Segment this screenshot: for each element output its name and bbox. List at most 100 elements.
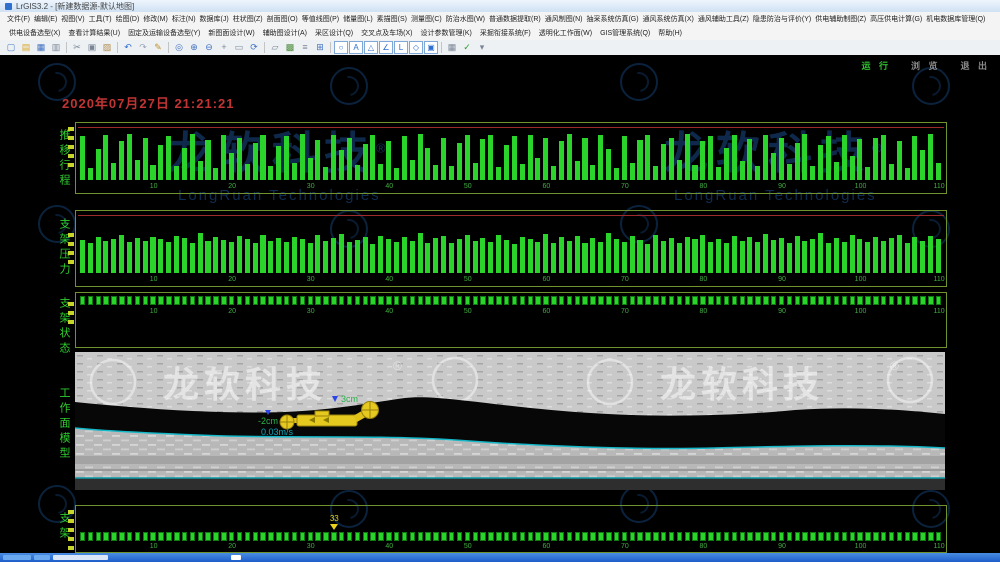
menu-item[interactable]: 查看计算结果(U): [64, 27, 124, 39]
dropdown-icon[interactable]: ▾: [475, 41, 489, 54]
status-square: [905, 296, 910, 305]
right-offset-label: 3cm: [341, 394, 358, 404]
redo-icon[interactable]: ↷: [136, 41, 150, 54]
menu-item[interactable]: 通风辅助工具(Z): [696, 13, 751, 25]
status-square: [873, 532, 878, 541]
menu-item[interactable]: 普通数据提取(R): [487, 13, 543, 25]
menu-item[interactable]: 供电设备选型(X): [5, 27, 64, 39]
menu-item[interactable]: 防治水图(W): [444, 13, 487, 25]
menu-item[interactable]: 标注(N): [170, 13, 198, 25]
menu-item[interactable]: 透明化工作面(W): [535, 27, 596, 39]
circle-tool-icon[interactable]: ○: [334, 41, 348, 54]
zoom-window-icon[interactable]: ◎: [172, 41, 186, 54]
menu-item[interactable]: 供电辅助制图(Z): [813, 13, 868, 25]
chart-supports[interactable]: 102030405060708090100110 33: [75, 505, 947, 553]
status-square: [425, 296, 430, 305]
menu-item[interactable]: 柱状图(Z): [231, 13, 265, 25]
zoom-in-icon[interactable]: ⊕: [187, 41, 201, 54]
menu-item[interactable]: 视图(V): [59, 13, 86, 25]
bar: [614, 168, 619, 181]
menu-item[interactable]: 抽采系统仿真(G): [584, 13, 640, 25]
x-tick-label: 80: [700, 543, 708, 550]
menu-item[interactable]: 剖面图(O): [265, 13, 300, 25]
menu-item[interactable]: 数据库(J): [198, 13, 231, 25]
diamond-tool-icon[interactable]: ◇: [409, 41, 423, 54]
list-icon[interactable]: ≡: [298, 41, 312, 54]
menu-item[interactable]: 辅助图设计(A): [259, 27, 311, 39]
menu-item[interactable]: 素描图(S): [375, 13, 409, 25]
menu-item[interactable]: 帮助(H): [654, 27, 686, 39]
status-square: [810, 532, 815, 541]
angle-tool-icon[interactable]: ∠: [379, 41, 393, 54]
menu-item[interactable]: 绘图(D): [114, 13, 142, 25]
bar: [810, 239, 815, 273]
menu-item[interactable]: 高压供电计算(G): [868, 13, 924, 25]
menu-item[interactable]: GIS管理系统(Q): [596, 27, 654, 39]
chart-push-stroke[interactable]: 102030405060708090100110: [75, 122, 947, 194]
triangle-tool-icon[interactable]: △: [364, 41, 378, 54]
chart-support-pressure[interactable]: 102030405060708090100110: [75, 210, 947, 287]
paste-icon[interactable]: ▨: [100, 41, 114, 54]
menu-item[interactable]: 机电数据库管理(Q): [924, 13, 987, 25]
menu-item[interactable]: 通风系统仿真(X): [641, 13, 696, 25]
print-icon[interactable]: ▥: [49, 41, 63, 54]
menu-item[interactable]: 采掘衔接系统(F): [476, 27, 535, 39]
menu-item[interactable]: 修改(M): [141, 13, 170, 25]
menu-item[interactable]: 通风制图(N): [543, 13, 585, 25]
save-icon[interactable]: ▦: [34, 41, 48, 54]
zoom-out-icon[interactable]: ⊖: [202, 41, 216, 54]
bar: [347, 138, 352, 181]
extent-icon[interactable]: ▭: [232, 41, 246, 54]
bar: [873, 237, 878, 273]
l-tool-icon[interactable]: L: [394, 41, 408, 54]
bar: [473, 241, 478, 273]
copy-icon[interactable]: ▣: [85, 41, 99, 54]
check-icon[interactable]: ✓: [460, 41, 474, 54]
map-canvas[interactable]: 龙软科技® 龙软科技® LongRuan Technologies LongRu…: [0, 55, 1000, 553]
menu-item[interactable]: 等值线图(P): [300, 13, 341, 25]
undo-icon[interactable]: ↶: [121, 41, 135, 54]
status-square: [315, 296, 320, 305]
status-square: [912, 296, 917, 305]
format-brush-icon[interactable]: ✎: [151, 41, 165, 54]
menu-item[interactable]: 新图面设计(W): [204, 27, 258, 39]
bar: [386, 141, 391, 180]
new-icon[interactable]: ▢: [4, 41, 18, 54]
chart-support-status[interactable]: 102030405060708090100110: [75, 292, 947, 348]
menu-item[interactable]: 测量图(C): [409, 13, 444, 25]
run-button[interactable]: 运 行: [861, 59, 891, 72]
menu-item[interactable]: 文件(F): [5, 13, 32, 25]
bar: [512, 136, 517, 180]
browse-button[interactable]: 浏 览: [911, 59, 941, 72]
cut-icon[interactable]: ✂: [70, 41, 84, 54]
menu-item[interactable]: 采区设计(Q): [311, 27, 357, 39]
workface-model[interactable]: 龙软科技 ® 龙软科技 ®: [75, 352, 945, 490]
menu-item[interactable]: 隐患防治与评价(Y): [751, 13, 813, 25]
menu-item[interactable]: 固定及运输设备选型(Y): [124, 27, 204, 39]
text-tool-icon[interactable]: A: [349, 41, 363, 54]
grid-icon[interactable]: ⊞: [313, 41, 327, 54]
status-square: [496, 532, 501, 541]
status-square: [551, 296, 556, 305]
block-tool-icon[interactable]: ▣: [424, 41, 438, 54]
open-icon[interactable]: ▤: [19, 41, 33, 54]
layers-icon[interactable]: ▩: [283, 41, 297, 54]
status-square: [158, 532, 163, 541]
status-square: [692, 532, 697, 541]
bar: [528, 239, 533, 273]
status-square: [763, 532, 768, 541]
menu-item[interactable]: 交叉点及车场(X): [357, 27, 416, 39]
left-offset-label: -2cm: [258, 416, 278, 426]
menu-item[interactable]: 设计参数管理(K): [416, 27, 475, 39]
menu-item[interactable]: 编辑(E): [32, 13, 59, 25]
bar: [582, 243, 587, 273]
menu-item[interactable]: 储量图(L): [341, 13, 375, 25]
status-square: [386, 532, 391, 541]
status-square: [575, 532, 580, 541]
menu-item[interactable]: 工具(T): [87, 13, 114, 25]
pan-icon[interactable]: +: [217, 41, 231, 54]
refresh-icon[interactable]: ⟳: [247, 41, 261, 54]
polygon-icon[interactable]: ▱: [268, 41, 282, 54]
table-tool-icon[interactable]: ▦: [445, 41, 459, 54]
exit-button[interactable]: 退 出: [960, 59, 990, 72]
